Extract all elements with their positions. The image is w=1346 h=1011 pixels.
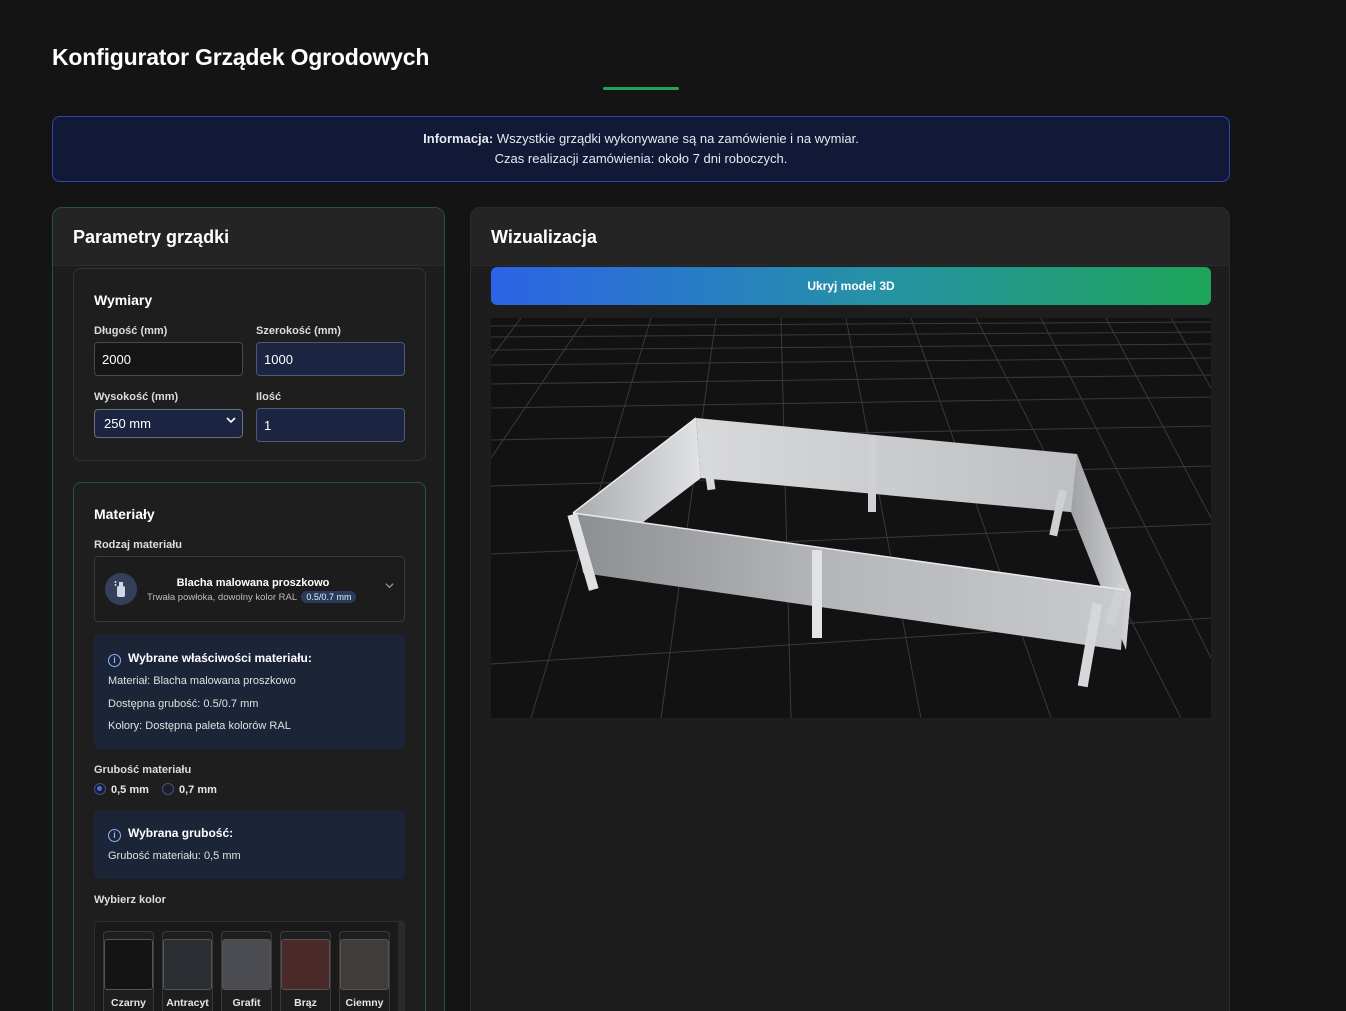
material-prop-line: Kolory: Dostępna paleta kolorów RAL — [108, 720, 291, 732]
info-prefix: Informacja: — [423, 131, 494, 146]
thickness-info-line: Grubość materiału: 0,5 mm — [108, 850, 241, 862]
chevron-down-icon — [385, 581, 394, 593]
width-label: Szerokość (mm) — [256, 325, 341, 337]
material-type-label: Rodzaj materiału — [94, 539, 183, 551]
color-swatch-ciemny[interactable]: Ciemny — [339, 931, 390, 1011]
info-icon: i — [108, 829, 121, 842]
thickness-info-box: i Wybrana grubość: Grubość materiału: 0,5… — [94, 810, 405, 879]
params-panel-title: Parametry grządki — [53, 208, 444, 266]
material-name: Blacha malowana proszkowo — [176, 577, 330, 589]
toggle-3d-button[interactable]: Ukryj model 3D — [491, 267, 1211, 305]
page-title: Konfigurator Grządek Ogrodowych — [52, 44, 430, 70]
color-swatch-antracyt[interactable]: Antracyt — [162, 931, 213, 1011]
color-name: Brąz — [294, 997, 317, 1009]
materials-card: Materiały Rodzaj materiału Blacha malowa… — [73, 482, 426, 1011]
color-swatch-czarny[interactable]: Czarny — [103, 931, 154, 1011]
info-banner: Informacja: Wszystkie grządki wykonywane… — [52, 116, 1230, 182]
radio-checked[interactable] — [94, 783, 106, 795]
color-chip — [340, 939, 389, 990]
params-panel: Parametry grządki Wymiary Długość (mm) 2… — [52, 207, 445, 1011]
qty-input[interactable]: 1 — [256, 408, 405, 442]
info-line-2: Czas realizacji zamówienia: około 7 dni … — [494, 151, 788, 166]
thickness-label: Grubość materiału — [94, 764, 192, 776]
color-swatch-braz[interactable]: Brąz — [280, 931, 331, 1011]
material-desc-text: Trwała powłoka, dowolny kolor RAL — [147, 592, 297, 603]
color-swatch-grafit[interactable]: Grafit — [221, 931, 272, 1011]
thickness-option-label: 0,5 mm — [111, 784, 149, 796]
material-desc: Trwała powłoka, dowolny kolor RAL 0.5/0.… — [147, 591, 357, 603]
chevron-down-icon — [226, 415, 236, 428]
material-prop-line: Dostępna grubość: 0.5/0.7 mm — [108, 698, 259, 710]
swatch-scrollbar[interactable] — [398, 922, 404, 1011]
thickness-option-label: 0,7 mm — [178, 784, 217, 796]
material-props-title: i Wybrane właściwości materiału: — [108, 651, 312, 667]
dimensions-card: Wymiary Długość (mm) 2000 Szerokość (mm)… — [73, 268, 426, 461]
height-label: Wysokość (mm) — [94, 391, 179, 403]
thickness-badge: 0.5/0.7 mm — [301, 591, 357, 603]
visual-panel: Wizualizacja Ukryj model 3D — [470, 207, 1230, 1011]
3d-viewport[interactable] — [490, 317, 1212, 719]
spray-can-icon — [105, 573, 137, 605]
material-props-box: i Wybrane właściwości materiału: Materiał… — [94, 634, 405, 749]
color-name: Ciemny — [345, 997, 384, 1009]
color-name: Antracyt — [166, 997, 209, 1009]
thickness-option-07[interactable]: 0,7 mm — [161, 783, 217, 796]
color-name: Grafit — [232, 997, 261, 1009]
color-chip — [281, 939, 330, 990]
length-label: Długość (mm) — [94, 325, 168, 337]
color-name: Czarny — [110, 997, 146, 1009]
color-swatch-list: Czarny Antracyt Grafit Brąz Ciemny — [94, 921, 405, 1011]
radio-unchecked[interactable] — [161, 783, 174, 795]
color-chip — [163, 939, 212, 990]
length-input[interactable]: 2000 — [94, 342, 243, 376]
material-props-title-text: Wybrane właściwości materiału: — [128, 651, 312, 665]
qty-label: Ilość — [256, 391, 282, 403]
color-label: Wybierz kolor — [94, 894, 166, 906]
info-line-1: Wszystkie grządki wykonywane są na zamów… — [493, 131, 859, 146]
height-select[interactable]: 250 mm — [94, 409, 243, 438]
dimensions-title: Wymiary — [94, 292, 153, 308]
color-chip — [104, 939, 153, 990]
material-prop-line: Materiał: Blacha malowana proszkowo — [108, 675, 296, 687]
color-chip — [222, 939, 271, 990]
materials-title: Materiały — [94, 506, 155, 522]
garden-bed-3d-render — [490, 317, 1212, 719]
width-input[interactable]: 1000 — [256, 342, 405, 376]
material-select[interactable]: Blacha malowana proszkowo Trwała powłoka… — [94, 556, 405, 622]
thickness-option-05[interactable]: 0,5 mm — [94, 783, 149, 796]
thickness-radio-group: 0,5 mm 0,7 mm — [94, 783, 217, 796]
thickness-info-title: i Wybrana grubość: — [108, 826, 233, 842]
height-select-value: 250 mm — [104, 416, 151, 431]
thickness-info-title-text: Wybrana grubość: — [128, 826, 234, 840]
info-icon: i — [108, 654, 121, 667]
visual-panel-title: Wizualizacja — [471, 208, 1229, 266]
title-underline — [603, 87, 679, 90]
